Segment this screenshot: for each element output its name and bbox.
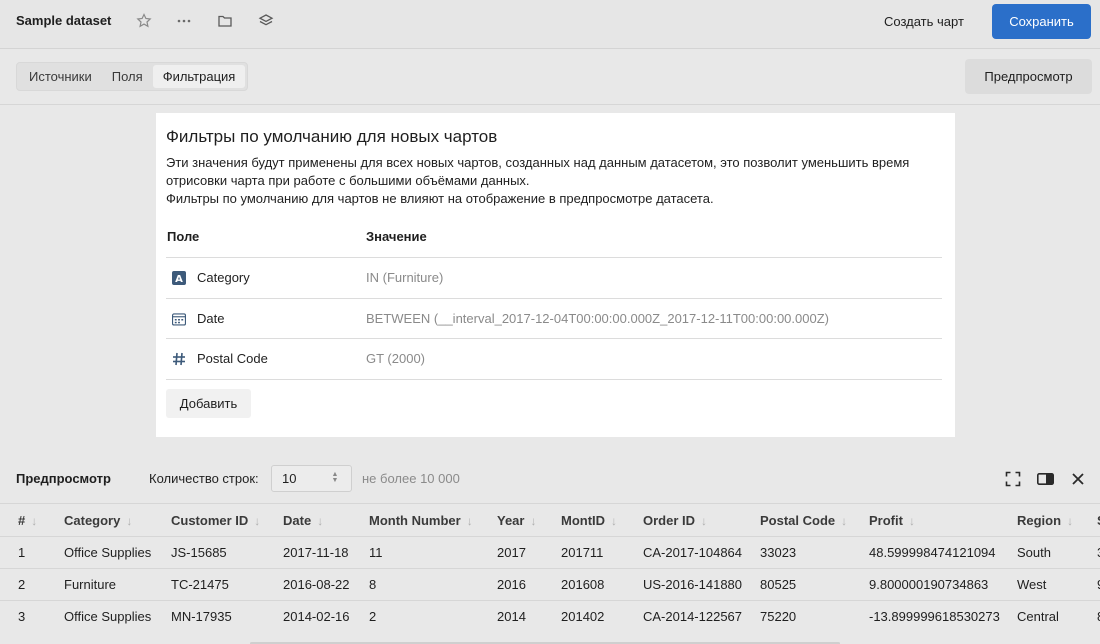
- svg-text:A: A: [175, 274, 183, 285]
- table-cell: Office Supplies: [64, 609, 152, 624]
- tab-bar: Источники Поля Фильтрация: [16, 62, 249, 91]
- table-cell: MN-17935: [171, 609, 232, 624]
- more-icon[interactable]: [174, 11, 194, 31]
- table-cell: 11: [369, 545, 383, 560]
- filter-row[interactable]: Postal Code GT (2000): [166, 338, 942, 379]
- table-cell: 33023: [760, 545, 797, 560]
- table-cell: CA-2014-122567: [643, 609, 743, 624]
- column-header[interactable]: # ↓: [18, 513, 37, 528]
- folder-icon[interactable]: [215, 11, 235, 31]
- rows-count-hint: не более 10 000: [362, 471, 460, 486]
- column-header[interactable]: Month Number ↓: [369, 513, 473, 528]
- panel-title: Фильтры по умолчанию для новых чартов: [166, 127, 498, 146]
- column-header[interactable]: Year ↓: [497, 513, 536, 528]
- fullscreen-icon[interactable]: [1004, 470, 1022, 488]
- panel-description: Эти значения будут применены для всех но…: [166, 154, 936, 208]
- rows-count-label: Количество строк:: [149, 471, 259, 486]
- add-filter-button[interactable]: Добавить: [166, 389, 251, 418]
- table-cell: 2016-08-22: [283, 577, 350, 592]
- default-filters-panel: Фильтры по умолчанию для новых чартов Эт…: [156, 113, 955, 437]
- text-type-icon: A: [172, 271, 186, 285]
- table-cell: -13.899999618530273: [869, 609, 1000, 624]
- table-cell: TC-21475: [171, 577, 229, 592]
- column-header[interactable]: Category ↓: [64, 513, 132, 528]
- tab-filtering[interactable]: Фильтрация: [152, 65, 246, 88]
- table-cell: 201711: [561, 545, 604, 560]
- table-row[interactable]: 2 Furniture TC-21475 2016-08-22 8 2016 2…: [0, 568, 1100, 600]
- filter-row[interactable]: Date BETWEEN (__interval_2017-12-04T00:0…: [166, 298, 942, 339]
- column-header-value: Значение: [366, 229, 427, 244]
- top-bar: Sample dataset Создать чарт Сохранить: [0, 0, 1100, 49]
- column-header[interactable]: Date ↓: [283, 513, 323, 528]
- table-cell: 201402: [561, 609, 605, 624]
- table-cell: 2014-02-16: [283, 609, 350, 624]
- table-cell: 48.599998474121094: [869, 545, 996, 560]
- filter-field-name: Postal Code: [197, 351, 268, 366]
- table-cell: West: [1017, 577, 1047, 592]
- star-icon[interactable]: [134, 11, 154, 31]
- column-header[interactable]: Profit ↓: [869, 513, 915, 528]
- column-header-field: Поле: [167, 229, 200, 244]
- table-cell: Central: [1017, 609, 1059, 624]
- column-header[interactable]: Order ID ↓: [643, 513, 707, 528]
- table-cell: 3: [18, 609, 26, 624]
- table-cell: 2017-11-18: [283, 545, 349, 560]
- split-view-icon[interactable]: [1036, 470, 1054, 488]
- create-chart-button[interactable]: Создать чарт: [872, 6, 976, 36]
- table-row[interactable]: 1 Office Supplies JS-15685 2017-11-18 11…: [0, 536, 1100, 568]
- column-header[interactable]: MontID ↓: [561, 513, 617, 528]
- table-row[interactable]: 3 Office Supplies MN-17935 2014-02-16 2 …: [0, 600, 1100, 632]
- table-cell: JS-15685: [171, 545, 227, 560]
- divider: [166, 379, 942, 380]
- layers-icon[interactable]: [256, 11, 276, 31]
- table-cell: 2016: [497, 577, 526, 592]
- filter-value: IN (Furniture): [366, 270, 444, 285]
- filter-row[interactable]: A Category IN (Furniture): [166, 257, 942, 298]
- save-button[interactable]: Сохранить: [992, 4, 1091, 39]
- close-icon[interactable]: [1069, 470, 1087, 488]
- table-cell: 2: [369, 609, 377, 624]
- description-line: отрисовки чарта при работе с большими об…: [166, 173, 530, 188]
- filter-field-name: Category: [197, 270, 250, 285]
- tab-fields[interactable]: Поля: [102, 65, 153, 88]
- column-header[interactable]: Region ↓: [1017, 513, 1073, 528]
- table-cell: 2017: [497, 545, 526, 560]
- table-cell: 1: [18, 545, 26, 560]
- table-cell: CA-2017-104864: [643, 545, 743, 560]
- table-cell: 80525: [760, 577, 797, 592]
- preview-table: # ↓ Category ↓ Customer ID ↓ Date ↓ Month Nu…: [0, 503, 1100, 644]
- table-cell: South: [1017, 545, 1051, 560]
- table-cell: US-2016-141880: [643, 577, 743, 592]
- table-cell: 75220: [760, 609, 797, 624]
- column-header[interactable]: Customer ID ↓: [171, 513, 260, 528]
- filter-value: GT (2000): [366, 351, 426, 366]
- filter-field-name: Date: [197, 311, 225, 326]
- table-cell: 8: [369, 577, 377, 592]
- table-cell: 9.800000190734863: [869, 577, 989, 592]
- table-cell: 2014: [497, 609, 526, 624]
- table-cell: Office Supplies: [64, 545, 152, 560]
- divider: [0, 104, 1100, 105]
- preview-button[interactable]: Предпросмотр: [965, 59, 1092, 94]
- column-header[interactable]: Postal Code ↓: [760, 513, 847, 528]
- calendar-icon: [172, 312, 186, 326]
- table-cell: 201608: [561, 577, 605, 592]
- preview-title: Предпросмотр: [16, 471, 111, 486]
- description-line: Эти значения будут применены для всех но…: [166, 155, 910, 170]
- table-cell: 2: [18, 577, 26, 592]
- table-cell: Furniture: [64, 577, 117, 592]
- tab-sources[interactable]: Источники: [19, 65, 102, 88]
- hash-icon: [172, 352, 186, 366]
- stepper-icon[interactable]: ▲ ▼: [330, 471, 340, 484]
- preview-toolbar: Предпросмотр Количество строк: ▲▼ не бол…: [0, 455, 1100, 503]
- dataset-title: Sample dataset: [16, 13, 112, 28]
- description-line: Фильтры по умолчанию для чартов не влияю…: [166, 191, 714, 206]
- filter-value: BETWEEN (__interval_2017-12-04T00:00:00.…: [366, 311, 829, 326]
